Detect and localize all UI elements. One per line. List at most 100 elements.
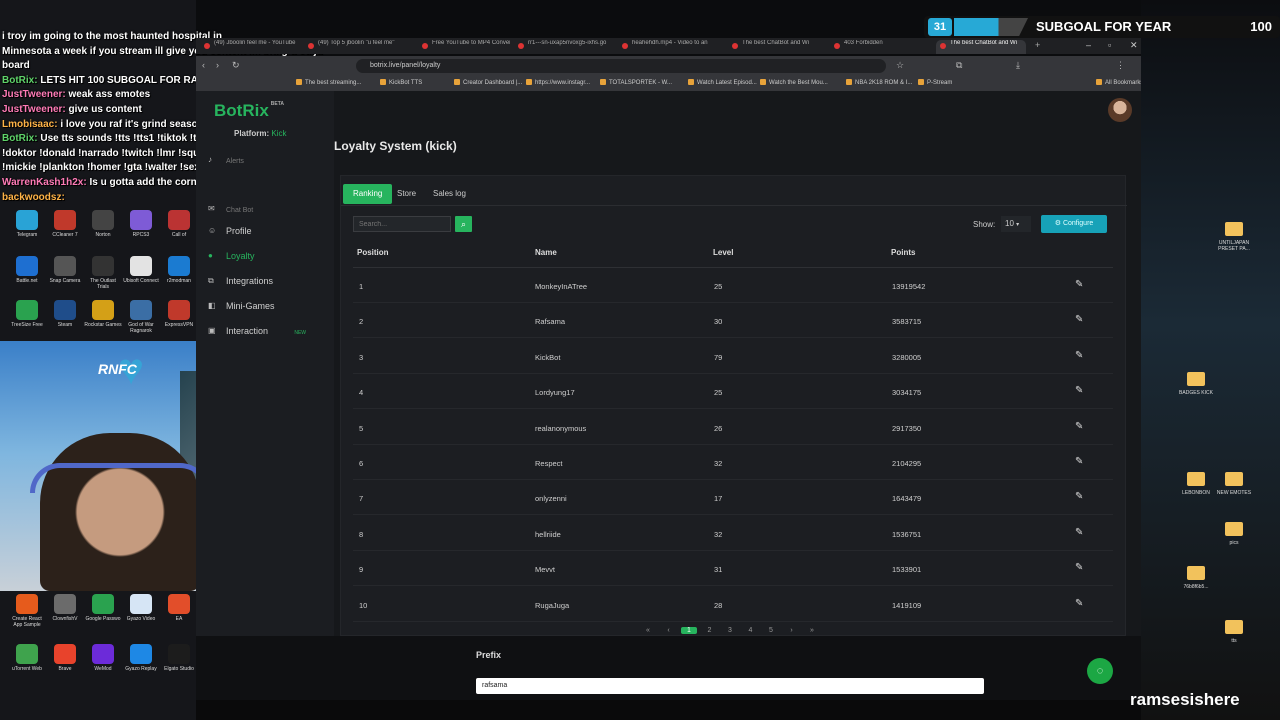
- desktop-shortcut-icon[interactable]: [54, 256, 76, 276]
- table-row[interactable]: 7 onlyzenni 17 1643479 ✎: [353, 480, 1113, 516]
- folder-icon[interactable]: [1225, 472, 1243, 486]
- desktop-shortcut-icon[interactable]: [54, 644, 76, 664]
- all-bookmarks-link[interactable]: All Bookmarks: [1096, 79, 1143, 86]
- page-link[interactable]: 2: [702, 627, 718, 634]
- page-link[interactable]: ›: [784, 627, 800, 634]
- desktop-shortcut-icon[interactable]: [16, 300, 38, 320]
- page-link[interactable]: »: [804, 627, 820, 634]
- configure-button[interactable]: ⚙ Configure: [1041, 215, 1107, 233]
- maximize-icon[interactable]: ▫: [1108, 40, 1111, 50]
- prefix-input[interactable]: rafsama: [476, 678, 984, 694]
- desktop-shortcut-icon[interactable]: [16, 594, 38, 614]
- bookmark-link[interactable]: Watch Latest Episod...: [688, 79, 757, 86]
- desktop-shortcut-icon[interactable]: [16, 644, 38, 664]
- back-icon[interactable]: ‹: [202, 60, 205, 70]
- bookmark-link[interactable]: Watch the Best Mou...: [760, 79, 828, 86]
- desktop-shortcut-icon[interactable]: [168, 256, 190, 276]
- desktop-shortcut-icon[interactable]: [168, 644, 190, 664]
- tab-ranking[interactable]: Ranking: [343, 184, 393, 204]
- column-header-level[interactable]: Level: [713, 248, 733, 257]
- page-size-select[interactable]: 10 ▾: [1001, 216, 1031, 232]
- folder-icon[interactable]: [1225, 620, 1243, 634]
- search-button[interactable]: ⌕: [455, 216, 472, 232]
- bookmark-link[interactable]: The best streaming...: [296, 79, 361, 86]
- sidebar-item-loyalty[interactable]: ● Loyalty: [196, 246, 320, 266]
- desktop-shortcut-icon[interactable]: [54, 594, 76, 614]
- edit-pencil-icon[interactable]: ✎: [1075, 491, 1083, 502]
- folder-icon[interactable]: [1187, 566, 1205, 580]
- browser-tab[interactable]: (49) Jboolin feel me - YouTube: [200, 40, 300, 54]
- avatar[interactable]: [1108, 98, 1132, 122]
- folder-icon[interactable]: [1187, 472, 1205, 486]
- minimize-icon[interactable]: –: [1086, 40, 1091, 50]
- edit-pencil-icon[interactable]: ✎: [1075, 562, 1083, 573]
- search-input[interactable]: [353, 216, 451, 232]
- desktop-shortcut-icon[interactable]: [130, 594, 152, 614]
- chat-widget-icon[interactable]: ◌: [1087, 658, 1113, 684]
- browser-tab[interactable]: The best ChatBot and Wi: [728, 40, 826, 54]
- folder-icon[interactable]: [1187, 372, 1205, 386]
- edit-pencil-icon[interactable]: ✎: [1075, 456, 1083, 467]
- bookmark-link[interactable]: NBA 2K18 ROM & I...: [846, 79, 912, 86]
- tab-sales-log[interactable]: Sales log: [423, 184, 476, 204]
- edit-pencil-icon[interactable]: ✎: [1075, 421, 1083, 432]
- table-row[interactable]: 10 RugaJuga 28 1419109 ✎: [353, 587, 1113, 622]
- reload-icon[interactable]: ↻: [232, 60, 240, 71]
- close-window-icon[interactable]: ✕: [1130, 40, 1138, 51]
- desktop-shortcut-icon[interactable]: [130, 256, 152, 276]
- browser-tab[interactable]: (49) Top 5 jboolin "u feel me": [304, 40, 414, 54]
- desktop-shortcut-icon[interactable]: [168, 300, 190, 320]
- download-icon[interactable]: ⤓: [1016, 60, 1020, 71]
- page-link[interactable]: 5: [763, 627, 779, 634]
- table-row[interactable]: 4 Lordyung17 25 3034175 ✎: [353, 374, 1113, 410]
- botrix-logo[interactable]: BotRix BETA: [214, 101, 284, 121]
- desktop-shortcut-icon[interactable]: [92, 256, 114, 276]
- desktop-shortcut-icon[interactable]: [16, 256, 38, 276]
- browser-tab[interactable]: rr1---sn-uxap5nvoxg5-ixhs.go: [514, 40, 614, 54]
- desktop-shortcut-icon[interactable]: [92, 644, 114, 664]
- desktop-shortcut-icon[interactable]: [92, 300, 114, 320]
- menu-icon[interactable]: ⋮: [1116, 60, 1125, 71]
- browser-tab[interactable]: Free YouTube to MP4 Convert: [418, 40, 510, 54]
- table-row[interactable]: 5 realanonymous 26 2917350 ✎: [353, 410, 1113, 445]
- edit-pencil-icon[interactable]: ✎: [1075, 314, 1083, 325]
- new-tab-button[interactable]: +: [1032, 40, 1046, 54]
- bookmark-link[interactable]: P-Stream: [918, 79, 952, 86]
- tab-store[interactable]: Store: [387, 184, 426, 204]
- sidebar-item-integrations[interactable]: ⧉ Integrations: [196, 271, 320, 291]
- edit-pencil-icon[interactable]: ✎: [1075, 350, 1083, 361]
- column-header-points[interactable]: Points: [891, 248, 915, 257]
- star-icon[interactable]: ☆: [896, 60, 904, 71]
- page-link[interactable]: «: [640, 627, 656, 634]
- page-link[interactable]: 4: [743, 627, 759, 634]
- sidebar-item-mini-games[interactable]: ◧ Mini-Games: [196, 296, 320, 316]
- table-row[interactable]: 6 Respect 32 2104295 ✎: [353, 445, 1113, 480]
- browser-tab[interactable]: heahehdh.mp4 - Video to an: [618, 40, 724, 54]
- bookmark-link[interactable]: TOTALSPORTEK - W...: [600, 79, 672, 86]
- forward-icon[interactable]: ›: [216, 60, 219, 70]
- edit-pencil-icon[interactable]: ✎: [1075, 598, 1083, 609]
- sidebar-item-alerts[interactable]: ♪ Alerts: [196, 150, 320, 170]
- bookmark-link[interactable]: Creator Dashboard |...: [454, 79, 522, 86]
- browser-tab[interactable]: 403 Forbidden: [830, 40, 930, 54]
- column-header-position[interactable]: Position: [357, 248, 389, 257]
- folder-icon[interactable]: [1225, 222, 1243, 236]
- desktop-shortcut-icon[interactable]: [130, 644, 152, 664]
- sidebar-item-interaction[interactable]: ▣ Interaction NEW: [196, 321, 320, 341]
- table-row[interactable]: 8 hellriide 32 1536751 ✎: [353, 516, 1113, 551]
- table-row[interactable]: 2 Rafsama 30 3583715 ✎: [353, 303, 1113, 339]
- bookmark-link[interactable]: KickBot TTS: [380, 79, 422, 86]
- desktop-shortcut-icon[interactable]: [168, 594, 190, 614]
- edit-pencil-icon[interactable]: ✎: [1075, 279, 1083, 290]
- sidebar-item-chat bot[interactable]: ✉ Chat Bot: [196, 199, 320, 219]
- browser-tab[interactable]: The best ChatBot and Wi: [936, 40, 1026, 54]
- page-link[interactable]: ‹: [661, 627, 677, 634]
- address-bar[interactable]: botrix.live/panel/loyalty: [356, 59, 886, 73]
- sidebar-item-profile[interactable]: ☺ Profile: [196, 221, 320, 241]
- page-link[interactable]: 3: [722, 627, 738, 634]
- folder-icon[interactable]: [1225, 522, 1243, 536]
- column-header-name[interactable]: Name: [535, 248, 557, 257]
- edit-pencil-icon[interactable]: ✎: [1075, 385, 1083, 396]
- table-row[interactable]: 3 KickBot 79 3280005 ✎: [353, 339, 1113, 374]
- desktop-shortcut-icon[interactable]: [54, 300, 76, 320]
